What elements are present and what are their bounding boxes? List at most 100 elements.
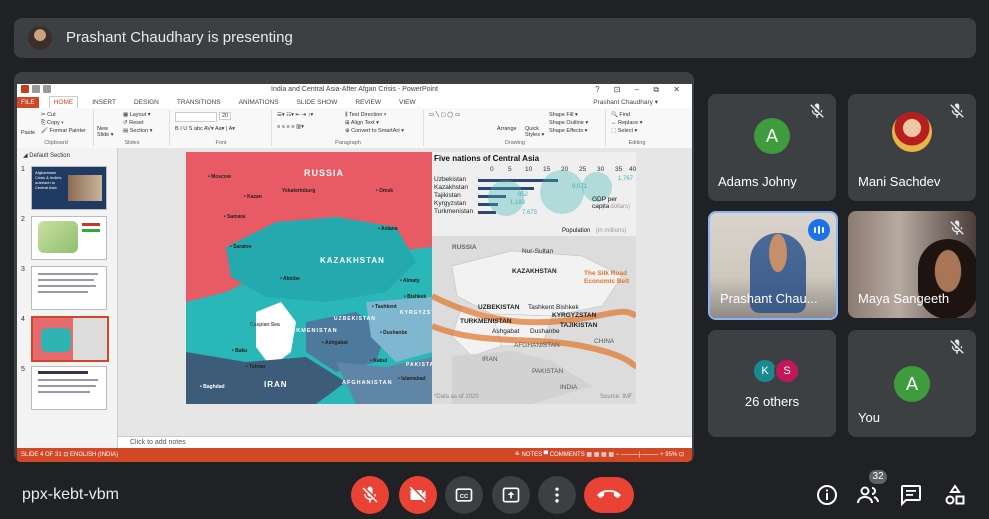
mic-off-icon [950, 220, 964, 235]
tab-review: REVIEW [355, 99, 382, 106]
profile-photo [892, 112, 932, 152]
chart-country: Kyrgyzstan [434, 200, 467, 207]
map-label-turkmenistan: TURKMENISTAN [282, 328, 338, 334]
others-count: 26 others [744, 394, 800, 409]
section-button: ▤ Section ▾ [123, 128, 153, 134]
axis-tick: 15 [543, 166, 551, 173]
thumb-number: 1 [21, 166, 25, 173]
others-tile[interactable]: K S 26 others [708, 330, 836, 437]
reset-button: ↺ Reset [123, 120, 144, 126]
participant-tile[interactable]: Maya Sangeeth [848, 211, 976, 318]
population-legend: Population [562, 228, 591, 234]
map-label-kazakhstan: KAZAKHSTAN [320, 256, 385, 265]
participant-name: You [858, 410, 880, 425]
clipboard-group: Paste ✂ Cut ⎘ Copy ▾ 🖌 Format Painter Cl… [19, 110, 94, 146]
ppt-titlebar: India and Central Asia-After Afgan Crisi… [17, 84, 692, 96]
video-person [918, 239, 976, 318]
bubble [488, 180, 524, 216]
editing-group: 🔍 Find ↔ Replace ▾ ⬚ Select ▾ Editing [607, 110, 667, 146]
slide-thumbnail [31, 266, 107, 310]
axis-tick: 0 [490, 166, 494, 173]
shape-outline-button: Shape Outline ▾ [549, 120, 589, 126]
captions-icon: CC [455, 488, 473, 502]
city-label: • Saratov [230, 244, 252, 250]
presenting-banner: Prashant Chaudhary is presenting [14, 18, 976, 58]
arrange-button: Arrange [497, 126, 517, 132]
participant-tile[interactable]: Mani Sachdev [848, 94, 976, 201]
slide-thumbnail-pane: ◢ Default Section 1 Afghanistan Crisis &… [17, 148, 118, 448]
font-group: 20 B I U S abc AV▾ Aa▾ | A▾ Font [171, 110, 272, 146]
tab-insert: INSERT [92, 99, 116, 106]
presenter-avatar [28, 26, 52, 50]
replace-button: ↔ Replace ▾ [611, 120, 643, 126]
city-label: • Moscow [208, 174, 231, 180]
participant-name: Adams Johny [718, 174, 797, 189]
mic-off-icon [362, 486, 378, 503]
city-label: • Baku [232, 348, 248, 354]
presentation-stage[interactable]: India and Central Asia-After Afgan Crisi… [14, 72, 694, 462]
map-label-india: INDIA [560, 384, 578, 391]
city-label: • Dushanbe [380, 330, 408, 336]
map-label-uzbekistan: UZBEKISTAN [478, 304, 520, 311]
map-label-iran: IRAN [264, 380, 288, 389]
thumb-number: 3 [21, 266, 25, 273]
map-label-tajikistan: TAJIKISTAN [560, 322, 598, 329]
self-tile[interactable]: A You [848, 330, 976, 437]
population-legend-sub: (in millions) [596, 228, 627, 234]
tab-file: FILE [17, 97, 39, 108]
map-label-kazakhstan: KAZAKHSTAN [512, 268, 557, 275]
captions-button[interactable]: CC [445, 476, 483, 514]
camera-toggle-button[interactable] [399, 476, 437, 514]
slides-group: New Slide ▾ ▦ Layout ▾ ↺ Reset ▤ Section… [95, 110, 170, 146]
window-controls: ? ⊡ – ⧉ ✕ [595, 85, 686, 94]
mic-toggle-button[interactable] [351, 476, 389, 514]
font-name-box [175, 112, 217, 122]
hang-up-icon [597, 490, 621, 499]
quick-styles-button: Quick Styles ▾ [525, 126, 545, 138]
map-label-russia: RUSSIA [304, 168, 345, 178]
chat-icon[interactable] [899, 483, 923, 507]
leave-call-button[interactable] [584, 477, 634, 513]
info-icon[interactable] [815, 483, 839, 507]
new-slide-button: New Slide ▾ [97, 126, 114, 138]
thumb-number: 5 [21, 366, 25, 373]
map-label-nur-sultan: Nur-Sultan [522, 248, 554, 255]
paragraph-label: Paragraph [335, 140, 361, 146]
present-icon [502, 487, 520, 503]
font-label: Font [215, 140, 227, 146]
bubble [540, 170, 584, 214]
paste-button: Paste [21, 130, 36, 136]
activities-icon[interactable] [943, 483, 967, 507]
city-label: • Kabul [370, 358, 388, 364]
more-options-button[interactable] [538, 476, 576, 514]
participant-tile[interactable]: A Adams Johny [708, 94, 836, 201]
chart-value: 7,673 [522, 210, 538, 216]
present-now-button[interactable] [492, 476, 530, 514]
city-label: Caspian Sea [250, 322, 280, 328]
axis-tick: 25 [579, 166, 587, 173]
people-icon[interactable] [856, 483, 880, 507]
axis-tick: 10 [525, 166, 533, 173]
city-label: • Omsk [376, 188, 394, 194]
tab-animations: ANIMATIONS [238, 99, 279, 106]
ppt-status-bar: SLIDE 4 OF 31 ⊡ ENGLISH (INDIA) ≙ NOTES … [17, 448, 692, 462]
source-note: Source: IMF [600, 394, 633, 400]
mic-off-icon [950, 339, 964, 354]
thumb-number: 2 [21, 216, 25, 223]
city-label: • Samara [224, 214, 246, 220]
participant-tile-active-speaker[interactable]: Prashant Chau... [708, 211, 838, 320]
slide-thumbnail: Afghanistan Crisis & India's outreach to… [31, 166, 107, 210]
presenting-text: Prashant Chaudhary is presenting [66, 29, 293, 46]
copy-button: ⎘ Copy ▾ [41, 120, 64, 126]
shape-fill-button: Shape Fill ▾ [549, 112, 578, 118]
participant-name: Prashant Chau... [720, 291, 818, 306]
avatar: A [894, 366, 930, 402]
chart-value: 1,183 [510, 200, 526, 206]
slide-count: SLIDE 4 OF 31 ⊡ ENGLISH (INDIA) [21, 452, 119, 458]
slides-label: Slides [124, 140, 140, 146]
ppt-user-name: Prashant Chaudhary ▾ [593, 99, 658, 106]
clipboard-label: Clipboard [44, 140, 68, 146]
camera-off-icon [409, 486, 426, 503]
svg-text:CC: CC [460, 494, 469, 500]
map-label-china: CHINA [594, 338, 615, 345]
